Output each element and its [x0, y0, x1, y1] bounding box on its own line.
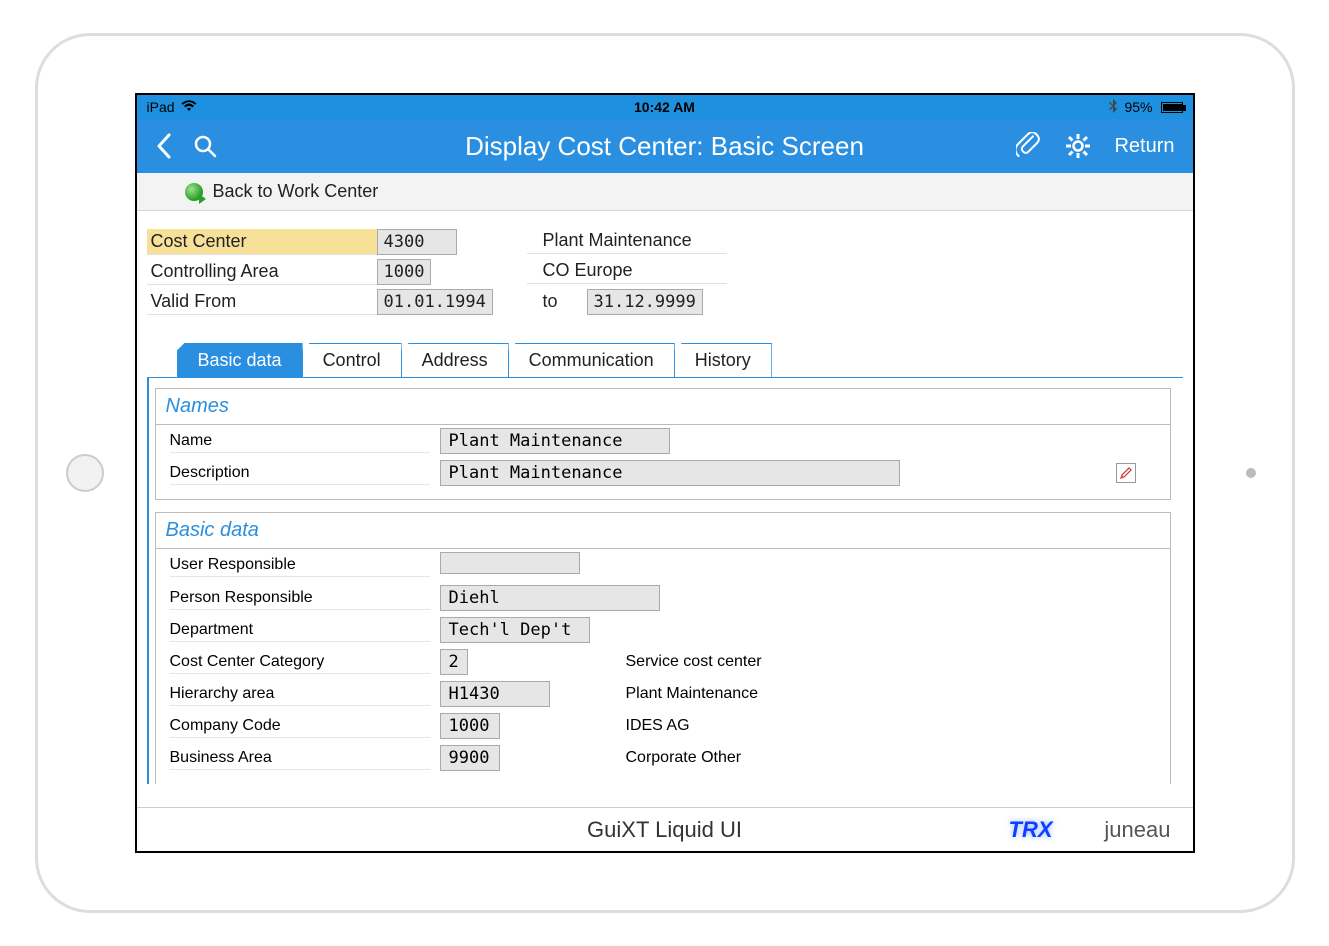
hierarchy-area-field[interactable]: H1430: [440, 681, 550, 707]
tab-strip: Basic data Control Address Communication…: [177, 343, 1183, 377]
tab-communication[interactable]: Communication: [508, 343, 675, 377]
hierarchy-area-label: Hierarchy area: [170, 683, 430, 706]
trx-button[interactable]: TRX: [1009, 817, 1053, 843]
user-responsible-field[interactable]: [440, 552, 580, 574]
page-title: Display Cost Center: Basic Screen: [465, 131, 864, 162]
device-label: iPad: [147, 99, 175, 115]
bluetooth-icon: [1108, 99, 1118, 116]
name-label: Name: [170, 430, 430, 453]
person-responsible-field[interactable]: Diehl: [440, 585, 660, 611]
cc-category-field[interactable]: 2: [440, 649, 468, 675]
ipad-frame: iPad 10:42 AM 95% Display Cost: [35, 33, 1295, 913]
tab-address[interactable]: Address: [401, 343, 509, 377]
clock-label: 10:42 AM: [634, 99, 695, 115]
hierarchy-area-desc: Plant Maintenance: [620, 685, 1106, 703]
business-area-desc: Corporate Other: [620, 749, 1106, 767]
basic-data-group-title: Basic data: [156, 513, 1170, 549]
product-label: GuiXT Liquid UI: [587, 817, 742, 843]
app-screen: iPad 10:42 AM 95% Display Cost: [135, 93, 1195, 853]
business-area-field[interactable]: 9900: [440, 745, 500, 771]
cc-category-desc: Service cost center: [620, 653, 1106, 671]
company-code-label: Company Code: [170, 715, 430, 738]
battery-icon: [1161, 102, 1183, 113]
attachment-button[interactable]: [1016, 132, 1042, 160]
tab-control[interactable]: Control: [302, 343, 402, 377]
cc-category-label: Cost Center Category: [170, 651, 430, 674]
ios-status-bar: iPad 10:42 AM 95%: [137, 95, 1193, 119]
name-field[interactable]: Plant Maintenance: [440, 428, 670, 454]
description-field[interactable]: Plant Maintenance: [440, 460, 900, 486]
globe-icon: [185, 183, 203, 201]
app-header: Display Cost Center: Basic Screen Return: [137, 119, 1193, 173]
tab-history[interactable]: History: [674, 343, 772, 377]
home-button[interactable]: [66, 454, 104, 492]
controlling-area-field[interactable]: 1000: [377, 259, 432, 285]
wifi-icon: [181, 99, 197, 115]
header-form: Cost Center 4300 Plant Maintenance Contr…: [137, 211, 1193, 319]
company-code-field[interactable]: 1000: [440, 713, 500, 739]
cost-center-desc: Plant Maintenance: [527, 230, 727, 254]
footer-bar: GuiXT Liquid UI TRX juneau: [137, 807, 1193, 851]
basic-data-group: Basic data User Responsible Person Respo…: [155, 512, 1171, 784]
tab-basic-data[interactable]: Basic data: [177, 343, 303, 377]
cost-center-label: Cost Center: [147, 229, 377, 255]
names-group: Names Name Plant Maintenance Description…: [155, 388, 1171, 500]
person-responsible-label: Person Responsible: [170, 587, 430, 610]
back-button[interactable]: [155, 133, 171, 159]
battery-percent: 95%: [1124, 99, 1152, 115]
user-responsible-label: User Responsible: [170, 554, 430, 577]
business-area-label: Business Area: [170, 747, 430, 770]
valid-to-label: to: [527, 291, 587, 314]
search-button[interactable]: [193, 134, 217, 158]
controlling-area-desc: CO Europe: [527, 260, 727, 284]
server-label: juneau: [1104, 817, 1170, 843]
return-button[interactable]: Return: [1114, 135, 1174, 158]
tab-panel: Names Name Plant Maintenance Description…: [147, 377, 1183, 784]
valid-from-field[interactable]: 01.01.1994: [377, 289, 493, 315]
controlling-area-label: Controlling Area: [147, 259, 377, 285]
back-to-work-center-link[interactable]: Back to Work Center: [213, 181, 379, 202]
cost-center-field[interactable]: 4300: [377, 229, 457, 255]
edit-description-button[interactable]: [1116, 463, 1136, 483]
description-label: Description: [170, 462, 430, 485]
camera-dot: [1246, 468, 1256, 478]
settings-button[interactable]: [1064, 132, 1092, 160]
valid-to-field[interactable]: 31.12.9999: [587, 289, 703, 315]
names-group-title: Names: [156, 389, 1170, 425]
department-field[interactable]: Tech'l Dep't: [440, 617, 590, 643]
breadcrumb-toolbar: Back to Work Center: [137, 173, 1193, 211]
department-label: Department: [170, 619, 430, 642]
company-code-desc: IDES AG: [620, 717, 1106, 735]
valid-from-label: Valid From: [147, 289, 377, 315]
